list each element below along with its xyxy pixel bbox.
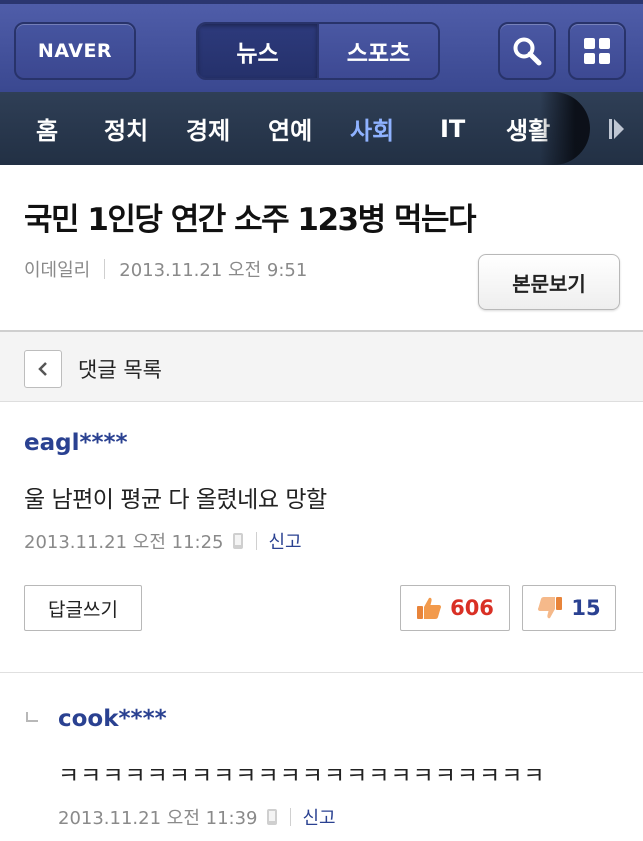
- naver-logo-button[interactable]: NAVER: [14, 22, 136, 80]
- reply-button-label: 답글쓰기: [48, 598, 118, 621]
- report-link[interactable]: 신고: [303, 804, 336, 830]
- reply-meta: 2013.11.21 오전 11:39 신고: [58, 804, 336, 830]
- reply-text: ㅋㅋㅋㅋㅋㅋㅋㅋㅋㅋㅋㅋㅋㅋㅋㅋㅋㅋㅋㅋㅋㅋ: [58, 763, 546, 789]
- section-tabs: 뉴스 스포츠: [196, 22, 440, 80]
- category-nav: 홈 정치 경제 연예 사회 IT 생활: [0, 92, 643, 165]
- back-button[interactable]: [24, 350, 62, 388]
- comment-divider: [0, 672, 643, 673]
- chevron-right-icon: [608, 118, 624, 139]
- article-source: 이데일리: [24, 260, 91, 281]
- comment-list-header: 댓글 목록: [0, 330, 643, 402]
- reply-datetime: 2013.11.21 오전 11:39: [58, 808, 258, 829]
- tab-news[interactable]: 뉴스: [198, 24, 317, 78]
- reply-indicator-icon: [26, 712, 38, 722]
- reply-button[interactable]: 답글쓰기: [24, 585, 142, 631]
- category-it[interactable]: IT: [440, 92, 465, 165]
- category-entertainment[interactable]: 연예: [268, 92, 312, 165]
- report-link[interactable]: 신고: [269, 528, 302, 554]
- comment-datetime: 2013.11.21 오전 11:25: [24, 532, 224, 553]
- search-icon: [513, 37, 542, 66]
- category-next-button[interactable]: [590, 92, 643, 165]
- article-datetime: 2013.11.21 오전 9:51: [119, 260, 308, 281]
- category-politics[interactable]: 정치: [104, 92, 148, 165]
- menu-button[interactable]: [568, 22, 626, 80]
- comment-username[interactable]: eagl****: [24, 430, 128, 456]
- tab-sports[interactable]: 스포츠: [317, 24, 438, 78]
- top-header: NAVER 뉴스 스포츠: [0, 0, 643, 92]
- thumbs-down-icon: [538, 597, 563, 619]
- category-scroll-fade: [540, 92, 590, 165]
- comment-list-title: 댓글 목록: [78, 358, 162, 382]
- mobile-icon: [232, 533, 243, 549]
- reply-username[interactable]: cook****: [58, 706, 167, 732]
- tab-news-label: 뉴스: [236, 41, 279, 67]
- like-button[interactable]: 606: [400, 585, 510, 631]
- like-count: 606: [450, 596, 494, 620]
- view-article-label: 본문보기: [512, 271, 586, 296]
- category-society[interactable]: 사회: [350, 92, 394, 165]
- view-article-button[interactable]: 본문보기: [478, 254, 620, 310]
- meta-divider: [104, 259, 106, 279]
- article-meta: 이데일리 2013.11.21 오전 9:51: [24, 256, 307, 282]
- article-title: 국민 1인당 연간 소주 123병 먹는다: [24, 202, 476, 238]
- meta-divider: [255, 532, 257, 550]
- chevron-left-icon: [38, 362, 47, 376]
- dislike-button[interactable]: 15: [522, 585, 616, 631]
- thumbs-up-icon: [417, 597, 442, 619]
- category-economy[interactable]: 경제: [186, 92, 230, 165]
- mobile-icon: [266, 809, 277, 825]
- grid-menu-icon: [584, 38, 610, 64]
- comment-meta: 2013.11.21 오전 11:25 신고: [24, 528, 302, 554]
- category-home[interactable]: 홈: [36, 92, 58, 165]
- search-button[interactable]: [498, 22, 556, 80]
- comment-text: 울 남편이 평균 다 올렸네요 망할: [24, 487, 327, 513]
- tab-sports-label: 스포츠: [346, 41, 411, 67]
- logo-text: NAVER: [37, 40, 113, 62]
- meta-divider: [289, 808, 291, 826]
- dislike-count: 15: [571, 596, 601, 620]
